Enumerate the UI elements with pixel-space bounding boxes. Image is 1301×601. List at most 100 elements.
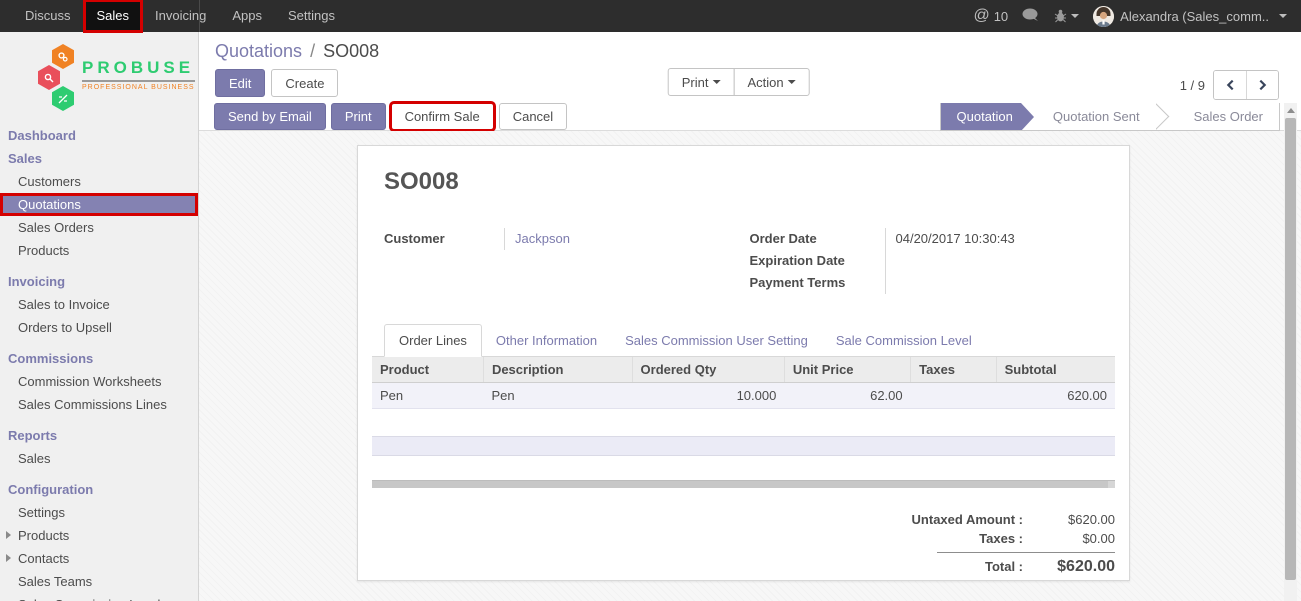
customer-field-value[interactable]: Jackpson bbox=[515, 231, 570, 246]
company-logo: PROBUSE PROFESSIONAL BUSINESS bbox=[0, 32, 198, 120]
col-header-ordered-qty[interactable]: Ordered Qty bbox=[632, 357, 784, 383]
tools-hex-icon bbox=[52, 86, 74, 111]
nav-sales[interactable]: Sales bbox=[84, 0, 143, 32]
form-button-bar: Send by Email Print Confirm Sale Cancel … bbox=[199, 103, 1301, 131]
statusbar-step-quotation[interactable]: Quotation bbox=[941, 103, 1021, 130]
scrollbar-thumb[interactable] bbox=[1285, 118, 1296, 580]
nav-invoicing[interactable]: Invoicing bbox=[142, 0, 219, 32]
confirm-sale-button[interactable]: Confirm Sale bbox=[391, 103, 494, 130]
table-row[interactable]: Pen Pen 10.000 62.00 620.00 bbox=[372, 383, 1115, 409]
pager-previous-button[interactable] bbox=[1214, 71, 1246, 99]
mention-icon: @ bbox=[973, 7, 989, 25]
tab-other-information[interactable]: Other Information bbox=[482, 325, 611, 356]
totals-divider bbox=[937, 552, 1115, 553]
col-header-taxes[interactable]: Taxes bbox=[911, 357, 996, 383]
sidebar-item-label: Products bbox=[18, 528, 69, 543]
sidebar-item-label: Contacts bbox=[18, 551, 69, 566]
expand-arrow-icon bbox=[6, 554, 11, 562]
sidebar-section-configuration[interactable]: Configuration bbox=[0, 478, 198, 501]
totals-block: Untaxed Amount : $620.00 Taxes : $0.00 T… bbox=[372, 510, 1115, 578]
logo-title: PROBUSE bbox=[82, 58, 195, 82]
statusbar-step-sales-order[interactable]: Sales Order bbox=[1178, 103, 1279, 130]
sidebar-section-sales[interactable]: Sales bbox=[0, 147, 198, 170]
sidebar-item-sales-orders[interactable]: Sales Orders bbox=[0, 216, 198, 239]
vertical-scrollbar[interactable] bbox=[1284, 103, 1297, 601]
print-button[interactable]: Print bbox=[331, 103, 386, 130]
chat-bubble-icon[interactable] bbox=[1022, 8, 1040, 25]
chevron-down-icon bbox=[712, 80, 720, 84]
sidebar-item-orders-to-upsell[interactable]: Orders to Upsell bbox=[0, 316, 198, 339]
horizontal-scrollbar[interactable] bbox=[372, 480, 1115, 488]
statusbar-step-quotation-sent[interactable]: Quotation Sent bbox=[1037, 103, 1156, 130]
cancel-button[interactable]: Cancel bbox=[499, 103, 567, 130]
create-button[interactable]: Create bbox=[271, 69, 338, 97]
customer-field-label: Customer bbox=[384, 228, 504, 250]
sidebar-item-config-contacts[interactable]: Contacts bbox=[0, 547, 198, 570]
main-area: Quotations / SO008 Edit Create Print Act… bbox=[199, 32, 1301, 601]
sidebar-item-reports-sales[interactable]: Sales bbox=[0, 447, 198, 470]
magnifier-hex-icon bbox=[38, 65, 60, 90]
action-dropdown-button[interactable]: Action bbox=[733, 68, 809, 96]
print-action-group: Print Action bbox=[668, 68, 810, 96]
print-dropdown-button[interactable]: Print bbox=[668, 68, 735, 96]
col-header-unit-price[interactable]: Unit Price bbox=[784, 357, 910, 383]
statusbar: Quotation Quotation Sent Sales Order bbox=[940, 103, 1280, 131]
sidebar-item-sales-teams[interactable]: Sales Teams bbox=[0, 570, 198, 593]
chevron-left-icon bbox=[1225, 79, 1236, 91]
nav-apps[interactable]: Apps bbox=[219, 0, 275, 32]
breadcrumb-current: SO008 bbox=[323, 41, 379, 61]
cell-product: Pen bbox=[372, 383, 483, 409]
edit-button[interactable]: Edit bbox=[215, 69, 265, 97]
breadcrumb-quotations-link[interactable]: Quotations bbox=[215, 41, 302, 61]
expiration-date-field-value bbox=[885, 250, 1116, 272]
pager-counter: 1 / 9 bbox=[1180, 78, 1205, 93]
cell-ordered-qty: 10.000 bbox=[632, 383, 784, 409]
sidebar-item-settings[interactable]: Settings bbox=[0, 501, 198, 524]
mentions-count: 10 bbox=[994, 9, 1008, 24]
sidebar-item-quotations[interactable]: Quotations bbox=[0, 193, 198, 216]
empty-list-band bbox=[372, 436, 1115, 456]
sidebar-item-sales-commission-levels[interactable]: Sales Commission Levels bbox=[0, 593, 198, 601]
user-menu[interactable]: Alexandra (Sales_comm.. bbox=[1093, 6, 1287, 27]
cell-taxes bbox=[911, 383, 996, 409]
app-menu: Discuss Sales Invoicing Apps Settings bbox=[0, 0, 348, 32]
document-title: SO008 bbox=[372, 168, 1115, 196]
sidebar-section-invoicing[interactable]: Invoicing bbox=[0, 270, 198, 293]
user-name: Alexandra (Sales_comm.. bbox=[1120, 9, 1269, 24]
avatar bbox=[1093, 6, 1114, 27]
notebook-tabs: Order Lines Other Information Sales Comm… bbox=[372, 324, 1115, 357]
sidebar-item-products[interactable]: Products bbox=[0, 239, 198, 262]
expand-arrow-icon bbox=[6, 531, 11, 539]
col-header-product[interactable]: Product bbox=[372, 357, 483, 383]
debug-bug-menu[interactable] bbox=[1054, 9, 1079, 23]
sidebar-item-config-products[interactable]: Products bbox=[0, 524, 198, 547]
sidebar-menu: Dashboard Sales Customers Quotations Sal… bbox=[0, 120, 198, 601]
top-navbar: Discuss Sales Invoicing Apps Settings @ … bbox=[0, 0, 1301, 32]
order-date-field-value: 04/20/2017 10:30:43 bbox=[885, 228, 1116, 250]
tab-sale-commission-level[interactable]: Sale Commission Level bbox=[822, 325, 986, 356]
sidebar-section-reports[interactable]: Reports bbox=[0, 424, 198, 447]
sidebar-item-customers[interactable]: Customers bbox=[0, 170, 198, 193]
control-panel: Quotations / SO008 Edit Create Print Act… bbox=[199, 32, 1301, 103]
sidebar-item-sales-to-invoice[interactable]: Sales to Invoice bbox=[0, 293, 198, 316]
sidebar-item-commission-worksheets[interactable]: Commission Worksheets bbox=[0, 370, 198, 393]
statusbar-chevron-separator bbox=[1156, 103, 1178, 130]
sidebar-item-dashboard[interactable]: Dashboard bbox=[0, 124, 198, 147]
sidebar-section-commissions[interactable]: Commissions bbox=[0, 347, 198, 370]
sidebar-item-sales-commissions-lines[interactable]: Sales Commissions Lines bbox=[0, 393, 198, 416]
cell-subtotal: 620.00 bbox=[996, 383, 1115, 409]
nav-discuss[interactable]: Discuss bbox=[12, 0, 84, 32]
scroll-up-arrow-icon[interactable] bbox=[1284, 103, 1297, 117]
tab-sales-commission-user-setting[interactable]: Sales Commission User Setting bbox=[611, 325, 822, 356]
pager-next-button[interactable] bbox=[1246, 71, 1278, 99]
tab-order-lines[interactable]: Order Lines bbox=[384, 324, 482, 357]
send-by-email-button[interactable]: Send by Email bbox=[214, 103, 326, 130]
sidebar: PROBUSE PROFESSIONAL BUSINESS Dashboard … bbox=[0, 32, 199, 601]
document-sheet: SO008 Customer Jackpson Order Date 04/20… bbox=[357, 145, 1130, 581]
mentions-menu[interactable]: @ 10 bbox=[973, 7, 1008, 25]
col-header-subtotal[interactable]: Subtotal bbox=[996, 357, 1115, 383]
nav-settings[interactable]: Settings bbox=[275, 0, 348, 32]
col-header-description[interactable]: Description bbox=[483, 357, 632, 383]
chevron-right-icon bbox=[1257, 79, 1268, 91]
field-group: Customer Jackpson Order Date 04/20/2017 … bbox=[372, 228, 1115, 294]
